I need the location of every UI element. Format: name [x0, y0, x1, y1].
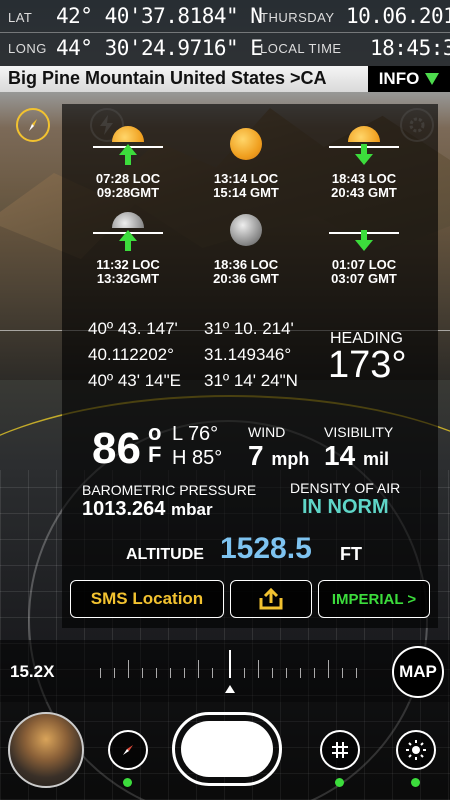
altitude-value: 1528.5: [220, 532, 312, 565]
brightness-status-dot: [411, 778, 420, 787]
local-time-label: LOCAL TIME: [260, 41, 342, 56]
sunrise-icon: [93, 124, 163, 172]
lat-dms: 40º 43' 14"E: [88, 371, 182, 390]
sunrise-local: 07:28 LOC: [95, 171, 161, 186]
local-time-value: 18:45:31: [370, 36, 450, 60]
moon-transit-local: 18:36 LOC: [213, 257, 279, 272]
sunset-cell: 18:43 LOC 20:43 GMT: [309, 124, 419, 200]
sunset-gmt: 20:43 GMT: [331, 185, 397, 200]
sunset-icon: [329, 124, 399, 172]
moon-transit-cell: 18:36 LOC 20:36 GMT: [191, 210, 301, 286]
moonrise-gmt: 13:32GMT: [96, 271, 160, 286]
sunrise-cell: 07:28 LOC 09:28GMT: [73, 124, 183, 200]
lat-value: 42° 40'37.8184" N: [56, 4, 263, 28]
moonset-icon: [329, 210, 399, 258]
solar-noon-local: 13:14 LOC: [213, 171, 279, 186]
gps-header: LAT 42° 40'37.8184" N THURSDAY 10.06.201…: [0, 0, 450, 66]
degree-symbol: o: [148, 420, 162, 445]
sunrise-gmt: 09:28GMT: [96, 185, 160, 200]
lat-dm: 40º 43. 147': [88, 319, 178, 338]
location-name: Big Pine Mountain United States >CA: [8, 68, 327, 88]
navigation-button[interactable]: [108, 730, 148, 770]
imperial-units-button[interactable]: IMPERIAL >: [318, 580, 430, 618]
temp-low: L 76°: [172, 423, 219, 445]
heading-value: 173°: [328, 344, 407, 386]
moonrise-icon: [93, 210, 163, 258]
info-button[interactable]: INFO: [368, 66, 450, 92]
lon-dd: 31.149346°: [204, 345, 292, 364]
brightness-button[interactable]: [396, 730, 436, 770]
info-panel: 07:28 LOC 09:28GMT 13:14 LOC 15:14 GMT 1…: [62, 104, 438, 628]
lat-label: LAT: [8, 10, 33, 25]
day-label: THURSDAY: [260, 10, 335, 25]
location-bar: Big Pine Mountain United States >CA INFO: [0, 66, 450, 92]
grid-button[interactable]: [320, 730, 360, 770]
wind-value: 7 mph: [248, 440, 309, 472]
visibility-distance: 14: [324, 440, 356, 471]
wind-label: WIND: [248, 424, 286, 440]
lat-dd: 40.112202°: [88, 345, 174, 364]
info-label: INFO: [378, 69, 420, 88]
long-label: LONG: [8, 41, 47, 56]
zoom-level: 15.2X: [10, 662, 55, 681]
date-value: 10.06.2019: [346, 4, 450, 28]
moonrise-local: 11:32 LOC: [96, 257, 160, 272]
long-value: 44° 30'24.9716" E: [56, 36, 263, 60]
air-density-label: DENSITY OF AIR: [290, 480, 401, 496]
altitude-label: ALTITUDE: [126, 546, 204, 563]
navigation-status-dot: [123, 778, 132, 787]
moonset-local: 01:07 LOC: [331, 257, 397, 272]
air-density-value: IN NORM: [302, 496, 389, 518]
map-button[interactable]: MAP: [392, 646, 444, 698]
pressure-number: 1013.264: [82, 498, 166, 520]
compass-toggle-button[interactable]: [16, 108, 50, 142]
moon-icon: [211, 210, 281, 258]
temperature-range: L 76° H 85°: [172, 422, 222, 470]
temp-high: H 85°: [172, 447, 223, 469]
visibility-value: 14 mil: [324, 440, 389, 472]
moonset-cell: 01:07 LOC 03:07 GMT: [309, 210, 419, 286]
longitude-column: 31º 10. 214' 31.149346° 31º 14' 24"N: [204, 316, 298, 394]
chevron-down-icon: [425, 73, 440, 85]
brightness-icon: [406, 740, 426, 760]
zoom-slider[interactable]: [100, 648, 360, 693]
wind-speed: 7: [248, 440, 264, 471]
altitude-unit: FT: [340, 544, 362, 564]
sms-location-button[interactable]: SMS Location: [70, 580, 224, 618]
grid-status-dot: [335, 778, 344, 787]
share-button[interactable]: [230, 580, 312, 618]
temperature-value: 86: [92, 424, 141, 473]
solar-noon-cell: 13:14 LOC 15:14 GMT: [191, 124, 301, 200]
sun-icon: [211, 124, 281, 172]
fahrenheit-label: F: [148, 442, 162, 467]
shutter-button[interactable]: [172, 712, 282, 786]
moon-transit-gmt: 20:36 GMT: [213, 271, 279, 286]
navigation-icon: [123, 745, 133, 755]
gallery-thumbnail[interactable]: [8, 712, 84, 788]
moonset-gmt: 03:07 GMT: [331, 271, 397, 286]
wind-unit: mph: [271, 449, 310, 469]
zoom-pointer: [225, 685, 235, 693]
lon-dm: 31º 10. 214': [204, 319, 294, 338]
solar-noon-gmt: 15:14 GMT: [213, 185, 279, 200]
pressure-label: BAROMETRIC PRESSURE: [82, 482, 257, 498]
lon-dms: 31º 14' 24"N: [204, 371, 298, 390]
sunset-local: 18:43 LOC: [331, 171, 397, 186]
header-divider: [0, 32, 450, 33]
visibility-label: VISIBILITY: [324, 424, 394, 440]
compass-icon: [29, 119, 37, 131]
temperature-unit: o F: [148, 422, 161, 466]
grid-icon: [332, 742, 348, 758]
latitude-column: 40º 43. 147' 40.112202° 40º 43' 14"E: [88, 316, 181, 394]
pressure-value: 1013.264 mbar: [82, 498, 213, 521]
share-icon: [259, 588, 283, 610]
visibility-unit: mil: [362, 449, 389, 469]
pressure-unit: mbar: [170, 500, 213, 519]
moonrise-cell: 11:32 LOC 13:32GMT: [73, 210, 183, 286]
